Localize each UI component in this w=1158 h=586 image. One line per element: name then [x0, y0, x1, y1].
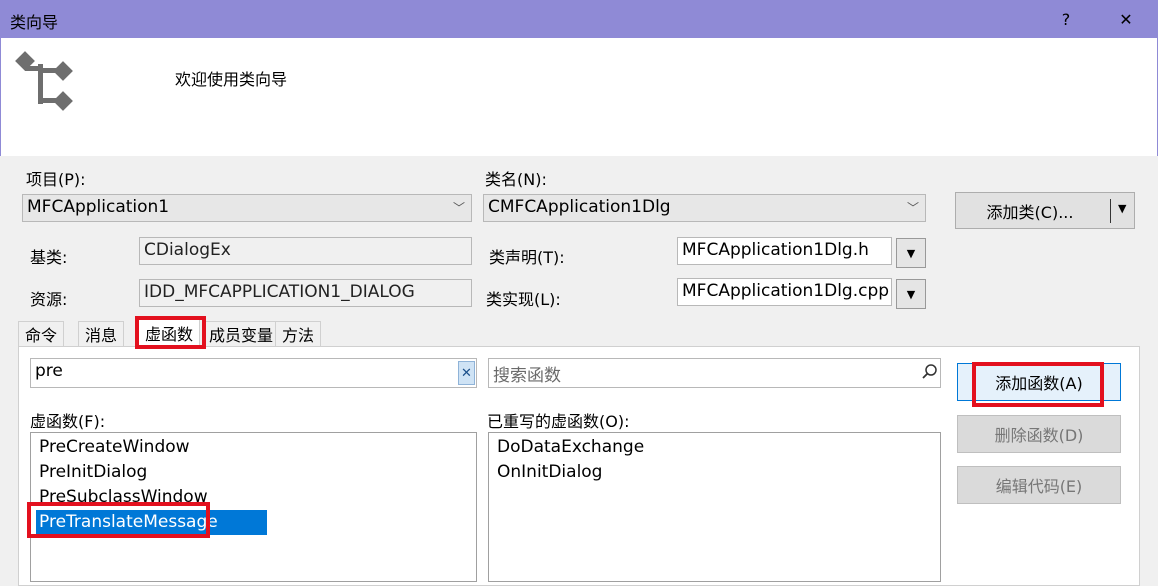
- list-item[interactable]: PreSubclassWindow: [39, 485, 208, 510]
- search-input[interactable]: 搜索函数: [488, 358, 941, 388]
- dropdown-arrow-icon: ▼: [906, 246, 916, 260]
- tab-commands[interactable]: 命令: [18, 321, 65, 346]
- class-decl-label: 类声明(T):: [489, 248, 565, 267]
- virtual-functions-label: 虚函数(F):: [30, 412, 106, 431]
- class-hierarchy-icon: [10, 48, 80, 116]
- tab-messages[interactable]: 消息: [78, 321, 125, 346]
- tab-member-variables[interactable]: 成员变量: [202, 321, 281, 346]
- overridden-label: 已重写的虚函数(O):: [487, 412, 630, 431]
- close-button[interactable]: ✕: [1111, 6, 1141, 32]
- add-function-button[interactable]: 添加函数(A): [957, 363, 1121, 401]
- class-impl-label: 类实现(L):: [486, 290, 561, 309]
- dropdown-arrow-icon: ▼: [906, 287, 916, 301]
- list-item[interactable]: PreInitDialog: [39, 460, 147, 485]
- delete-function-button[interactable]: 删除函数(D): [957, 415, 1121, 453]
- project-label: 项目(P):: [26, 170, 86, 189]
- resource-label: 资源:: [30, 290, 68, 309]
- chevron-down-icon: ﹀: [906, 201, 919, 215]
- add-class-button[interactable]: 添加类(C)... ▼: [955, 192, 1135, 229]
- classname-combo[interactable]: CMFCApplication1Dlg ﹀: [483, 194, 926, 222]
- classname-label: 类名(N):: [485, 170, 547, 189]
- title-bar: [0, 0, 1158, 38]
- tab-methods[interactable]: 方法: [275, 321, 322, 346]
- class-decl-field[interactable]: MFCApplication1Dlg.h: [677, 237, 892, 265]
- list-item[interactable]: PreCreateWindow: [39, 435, 190, 460]
- list-item[interactable]: OnInitDialog: [497, 460, 602, 485]
- tab-virtual-functions[interactable]: 虚函数: [138, 318, 201, 347]
- window-title: 类向导: [10, 13, 59, 32]
- search-placeholder: 搜索函数: [493, 366, 561, 386]
- project-value: MFCApplication1: [27, 197, 170, 217]
- filter-input[interactable]: pre: [30, 358, 477, 388]
- dropdown-arrow-icon[interactable]: ▼: [1118, 202, 1126, 215]
- classname-value: CMFCApplication1Dlg: [488, 197, 671, 217]
- class-impl-field[interactable]: MFCApplication1Dlg.cpp: [677, 278, 892, 306]
- help-button[interactable]: ?: [1051, 6, 1081, 32]
- overridden-functions-list[interactable]: DoDataExchange OnInitDialog: [488, 432, 941, 582]
- list-item-selected[interactable]: PreTranslateMessage: [36, 510, 267, 535]
- base-class-field: CDialogEx: [139, 237, 472, 265]
- base-class-label: 基类:: [30, 248, 68, 267]
- search-icon[interactable]: [920, 362, 940, 382]
- banner: [0, 38, 1158, 156]
- virtual-functions-list[interactable]: PreCreateWindow PreInitDialog PreSubclas…: [30, 432, 477, 582]
- filter-value: pre: [35, 361, 63, 381]
- resource-field: IDD_MFCAPPLICATION1_DIALOG: [139, 279, 472, 307]
- edit-code-button[interactable]: 编辑代码(E): [957, 466, 1121, 504]
- class-impl-dropdown[interactable]: ▼: [896, 279, 926, 309]
- welcome-heading: 欢迎使用类向导: [175, 70, 288, 89]
- split-divider: [1110, 199, 1111, 223]
- project-combo[interactable]: MFCApplication1 ﹀: [22, 194, 472, 222]
- list-item[interactable]: DoDataExchange: [497, 435, 644, 460]
- clear-filter-button[interactable]: ✕: [458, 361, 475, 385]
- class-decl-dropdown[interactable]: ▼: [896, 238, 926, 268]
- add-class-label: 添加类(C)...: [986, 202, 1074, 222]
- chevron-down-icon: ﹀: [452, 201, 465, 215]
